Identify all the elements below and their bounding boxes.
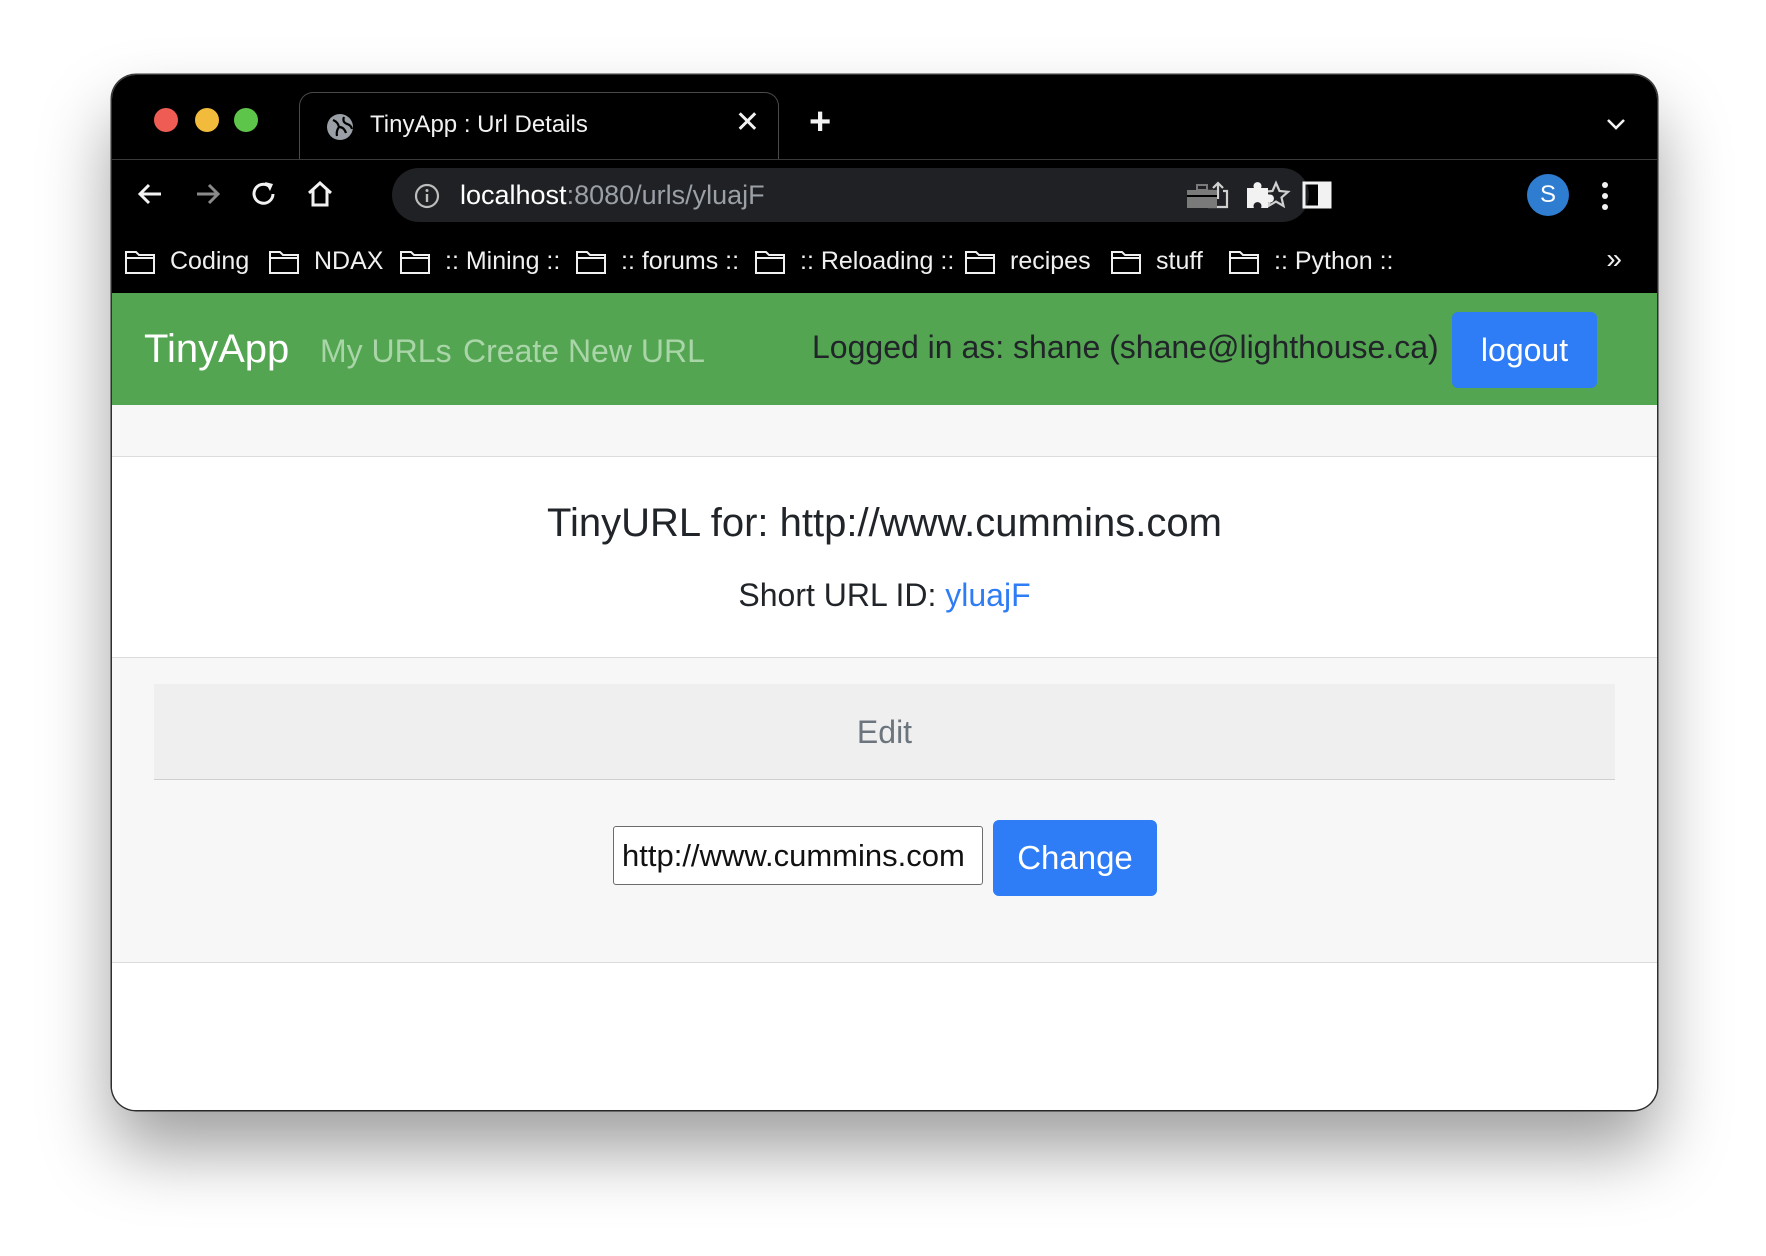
nav-create-new-url-link[interactable]: Create New URL xyxy=(463,333,705,370)
profile-avatar[interactable]: S xyxy=(1527,174,1569,216)
bookmark-label: :: Python :: xyxy=(1274,247,1394,275)
tab-strip: TinyApp : Url Details ✕ + xyxy=(112,75,1657,159)
folder-icon xyxy=(400,251,430,274)
browser-tab[interactable]: TinyApp : Url Details ✕ xyxy=(299,92,779,159)
toolbox-extension-icon[interactable] xyxy=(1185,178,1219,212)
address-bar[interactable]: localhost:8080/urls/yluajF xyxy=(392,168,1309,222)
folder-icon xyxy=(1229,251,1259,274)
side-panel-icon[interactable] xyxy=(1300,178,1334,212)
tab-close-icon[interactable]: ✕ xyxy=(735,108,760,138)
edit-heading: Edit xyxy=(154,684,1615,780)
bookmarks-bar: Coding NDAX :: Mining :: :: forums :: ::… xyxy=(112,229,1657,293)
bookmark-label: Coding xyxy=(170,247,250,275)
bookmark-label: NDAX xyxy=(314,247,384,275)
folder-icon xyxy=(755,251,785,274)
bookmark-label: :: forums :: xyxy=(621,247,740,275)
nav-my-urls-link[interactable]: My URLs xyxy=(320,333,452,370)
browser-toolbar: localhost:8080/urls/yluajF S xyxy=(112,159,1657,229)
bookmark-label: recipes xyxy=(1010,247,1091,275)
short-url-id-label: Short URL ID: xyxy=(738,577,946,613)
bookmark-label: :: Mining :: xyxy=(445,247,561,275)
globe-icon xyxy=(327,114,354,140)
bookmark-label: :: Reloading :: xyxy=(800,247,955,275)
page-content: TinyApp My URLs Create New URL Logged in… xyxy=(112,293,1657,1110)
url-host: localhost xyxy=(460,180,567,210)
back-arrow-icon[interactable] xyxy=(134,178,166,210)
spacer-strip xyxy=(112,405,1657,457)
folder-icon xyxy=(125,251,155,274)
close-window-button[interactable] xyxy=(154,108,178,132)
maximize-window-button[interactable] xyxy=(234,108,258,132)
url-text: localhost:8080/urls/yluajF xyxy=(460,180,765,211)
bookmarks-overflow-button[interactable]: » xyxy=(1606,243,1622,275)
reload-icon[interactable] xyxy=(248,178,280,210)
home-icon[interactable] xyxy=(304,178,336,210)
long-url-input[interactable] xyxy=(613,826,983,885)
logged-in-status: Logged in as: shane (shane@lighthouse.ca… xyxy=(812,329,1439,365)
page-title: TinyURL for: http://www.cummins.com xyxy=(547,501,1222,545)
folder-icon xyxy=(576,251,606,274)
bookmark-label: stuff xyxy=(1156,247,1203,275)
kebab-menu-icon[interactable] xyxy=(1600,180,1610,212)
forward-arrow-icon[interactable] xyxy=(192,178,224,210)
folder-icon xyxy=(1111,251,1141,274)
short-url-id-link[interactable]: yluajF xyxy=(945,577,1030,613)
chevron-down-icon[interactable] xyxy=(1605,113,1627,135)
logout-button[interactable]: logout xyxy=(1452,312,1597,388)
url-path: :8080/urls/yluajF xyxy=(566,180,765,210)
app-navbar: TinyApp My URLs Create New URL Logged in… xyxy=(112,293,1657,405)
tab-title: TinyApp : Url Details xyxy=(370,111,588,138)
folder-icon xyxy=(965,251,995,274)
site-info-icon[interactable] xyxy=(414,183,440,209)
minimize-window-button[interactable] xyxy=(195,108,219,132)
change-button[interactable]: Change xyxy=(993,820,1157,896)
extensions-puzzle-icon[interactable] xyxy=(1242,178,1276,212)
short-url-id: Short URL ID: yluajF xyxy=(112,577,1657,614)
folder-icon xyxy=(269,251,299,274)
browser-window: TinyApp : Url Details ✕ + localhost:8080… xyxy=(112,75,1657,1110)
new-tab-icon[interactable]: + xyxy=(809,103,831,141)
url-details-card: TinyURL for: http://www.cummins.com Shor… xyxy=(112,457,1657,658)
edit-card: Edit Change xyxy=(112,658,1657,963)
app-brand-link[interactable]: TinyApp xyxy=(144,327,289,372)
